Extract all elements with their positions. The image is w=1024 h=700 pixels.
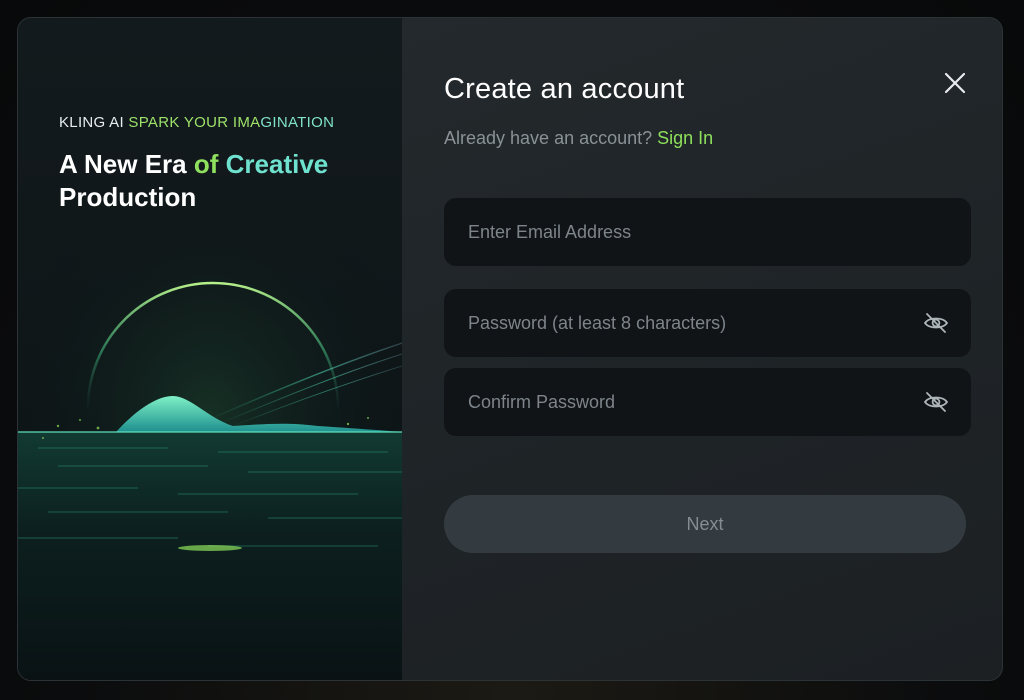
form-title: Create an account (444, 73, 685, 105)
next-button[interactable]: Next (444, 495, 966, 553)
confirm-password-visibility-toggle[interactable] (923, 390, 949, 414)
signin-prompt-text: Already have an account? (444, 128, 658, 148)
tagline-brand: KLING AI (59, 114, 129, 131)
promo-headline: A New Era of Creative Production (59, 148, 379, 214)
promo-panel: KLING AI SPARK YOUR IMAGINATION A New Er… (18, 18, 402, 680)
eye-off-icon (923, 392, 949, 412)
signup-modal: KLING AI SPARK YOUR IMAGINATION A New Er… (17, 17, 1003, 681)
password-input[interactable] (444, 289, 971, 357)
eye-off-icon (923, 313, 949, 333)
signin-prompt: Already have an account? Sign In (444, 128, 713, 149)
email-field-container (444, 198, 971, 266)
headline-part-2: of (193, 149, 226, 179)
tagline-accent: SPARK YOUR IMA (128, 114, 261, 131)
confirm-password-field-container (444, 368, 971, 436)
hero-illustration (18, 248, 402, 680)
headline-part-3: Creative (225, 149, 329, 179)
password-field-container (444, 289, 971, 357)
tagline-accent-end: GINATION (260, 114, 335, 131)
close-button[interactable] (940, 68, 970, 98)
signup-form-panel: Create an account Already have an accoun… (402, 18, 1002, 680)
headline-part-1: A New Era (59, 149, 194, 179)
brand-tagline: KLING AI SPARK YOUR IMAGINATION (59, 114, 334, 131)
confirm-password-input[interactable] (444, 368, 971, 436)
email-input[interactable] (444, 198, 971, 266)
close-icon (944, 72, 966, 94)
password-visibility-toggle[interactable] (923, 311, 949, 335)
sign-in-link[interactable]: Sign In (657, 128, 713, 148)
headline-part-4: Production (59, 182, 197, 212)
